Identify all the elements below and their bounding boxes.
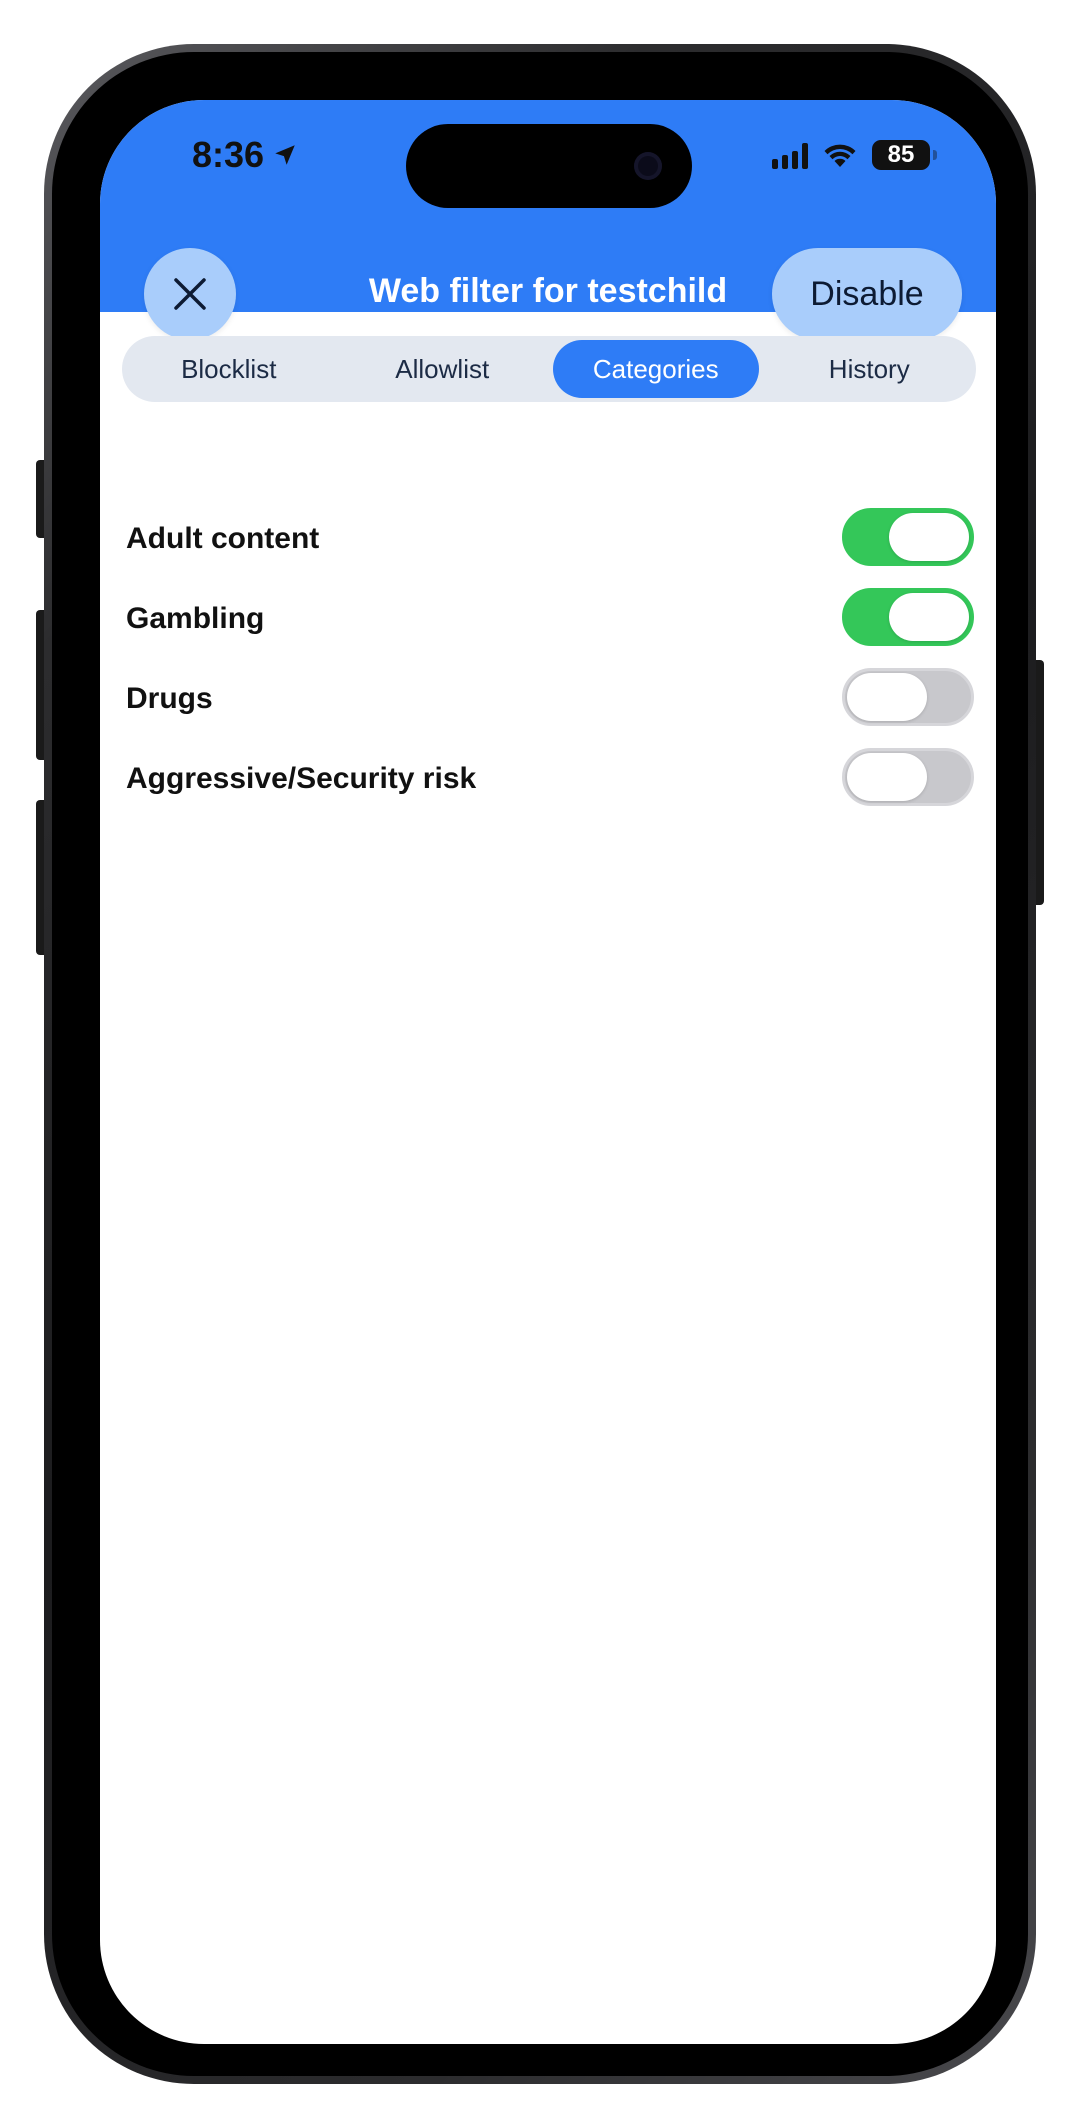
tab-history[interactable]: History <box>767 340 973 398</box>
phone-frame: 8:36 85 Web filter for testchild Disable… <box>44 44 1036 2084</box>
status-time-text: 8:36 <box>192 134 265 175</box>
category-row-adult-content: Adult content <box>100 500 996 580</box>
category-label: Drugs <box>126 682 213 715</box>
dynamic-island <box>406 124 692 208</box>
aggressive-security-risk-toggle[interactable] <box>842 748 974 806</box>
phone-bezel: 8:36 85 Web filter for testchild Disable… <box>52 52 1028 2076</box>
status-bar-time: 8:36 <box>192 134 298 176</box>
tab-categories[interactable]: Categories <box>553 340 759 398</box>
category-list: Adult content Gambling Drugs Aggressive/… <box>100 500 996 820</box>
tab-blocklist[interactable]: Blocklist <box>126 340 332 398</box>
cellular-signal-icon <box>772 141 808 169</box>
category-label: Adult content <box>126 522 320 555</box>
tab-bar: Blocklist Allowlist Categories History <box>122 336 976 402</box>
battery-level: 85 <box>887 141 915 168</box>
gambling-toggle[interactable] <box>842 588 974 646</box>
location-arrow-icon <box>275 145 295 165</box>
category-row-aggressive-security-risk: Aggressive/Security risk <box>100 740 996 820</box>
drugs-toggle[interactable] <box>842 668 974 726</box>
category-row-gambling: Gambling <box>100 580 996 660</box>
category-row-drugs: Drugs <box>100 660 996 740</box>
battery-icon: 85 <box>872 140 937 170</box>
tab-allowlist[interactable]: Allowlist <box>340 340 546 398</box>
category-label: Gambling <box>126 602 265 635</box>
category-label: Aggressive/Security risk <box>126 762 477 795</box>
adult-content-toggle[interactable] <box>842 508 974 566</box>
wifi-icon <box>824 144 856 167</box>
disable-button[interactable]: Disable <box>772 248 962 340</box>
status-bar-indicators: 85 <box>772 140 937 170</box>
front-camera <box>634 152 662 180</box>
phone-screen: 8:36 85 Web filter for testchild Disable… <box>100 100 996 2044</box>
